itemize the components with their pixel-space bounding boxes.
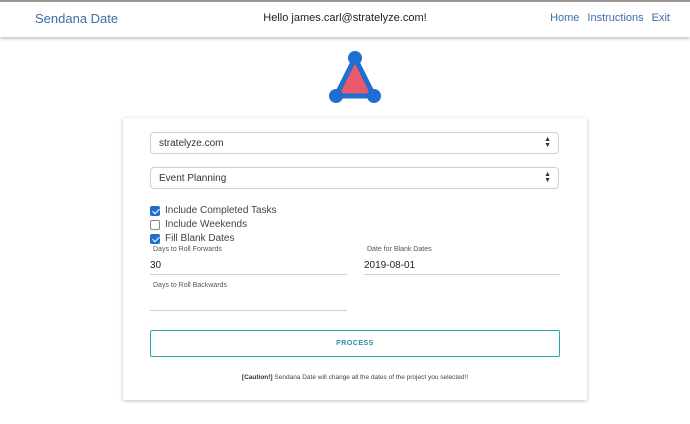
blank-date-label: Date for Blank Dates: [367, 246, 432, 253]
logo-node-right: [367, 89, 381, 103]
fill-blank-label[interactable]: Fill Blank Dates: [165, 233, 234, 244]
navbar: Sendana Date Hello james.carl@stratelyze…: [0, 2, 690, 37]
nav-links: Home Instructions Exit: [550, 12, 670, 24]
project-select-value: Event Planning: [159, 173, 227, 184]
days-backward-label: Days to Roll Backwards: [153, 282, 227, 289]
include-completed-checkbox[interactable]: [150, 205, 160, 216]
include-weekends-checkbox[interactable]: [150, 219, 160, 230]
greeting-suffix: !: [423, 12, 427, 24]
days-forward-label: Days to Roll Forwards: [153, 246, 222, 253]
workspace-select[interactable]: stratelyze.com ▲ ▼: [150, 132, 559, 154]
nav-home-link[interactable]: Home: [550, 12, 579, 24]
select-arrows-icon: ▲ ▼: [544, 136, 551, 149]
settings-card: stratelyze.com ▲ ▼ Event Planning ▲ ▼ Incl…: [123, 118, 587, 400]
select-arrows-icon: ▲ ▼: [544, 171, 551, 184]
caution-tag: [Caution!]: [241, 374, 273, 381]
blank-date-input[interactable]: [364, 257, 560, 275]
logo-node-left: [329, 89, 343, 103]
nav-exit-link[interactable]: Exit: [652, 12, 670, 24]
workspace-select-value: stratelyze.com: [159, 138, 224, 149]
process-button[interactable]: PROCESS: [150, 330, 560, 357]
days-forward-input[interactable]: [150, 257, 347, 275]
include-weekends-row: Include Weekends: [150, 219, 247, 230]
user-email: james.carl@stratelyze.com: [291, 12, 424, 24]
include-weekends-label[interactable]: Include Weekends: [165, 219, 247, 230]
caution-text: Sendana Date will change all the dates o…: [272, 374, 469, 381]
fill-blank-row: Fill Blank Dates: [150, 233, 234, 244]
include-completed-row: Include Completed Tasks: [150, 205, 277, 216]
days-backward-input[interactable]: [150, 293, 347, 311]
greeting-prefix: Hello: [263, 12, 292, 24]
caution-note: [Caution!] Sendana Date will change all …: [123, 374, 587, 381]
include-completed-label[interactable]: Include Completed Tasks: [165, 205, 277, 216]
project-select[interactable]: Event Planning ▲ ▼: [150, 167, 559, 189]
fill-blank-checkbox[interactable]: [150, 233, 160, 244]
logo-node-top: [348, 51, 362, 65]
triangle-network-logo-icon: [329, 51, 381, 103]
nav-instructions-link[interactable]: Instructions: [587, 12, 643, 24]
